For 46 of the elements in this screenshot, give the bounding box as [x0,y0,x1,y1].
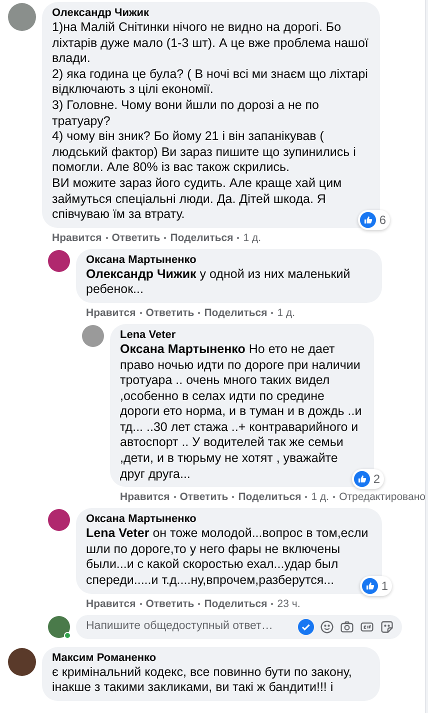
action-link[interactable]: Поделиться [170,230,234,245]
action-link[interactable]: Ответить [146,306,194,320]
timestamp[interactable]: 23 ч. [277,596,300,611]
action-link[interactable]: Нравится [86,306,136,320]
reply-field[interactable]: Напишите общедоступный ответ… [76,614,402,639]
comment-text: Олександр Чижик у одной из них маленький ребенок... [86,266,352,298]
action-link[interactable]: Нравится [52,230,102,245]
avatar[interactable] [48,250,70,272]
avatar [48,616,70,638]
comment-text: 3) Головне. Чому вони йшли по дорозі а не по тратуару? [52,98,320,130]
action-link[interactable]: Ответить [112,230,160,245]
reaction-count[interactable]: 1 [360,576,392,596]
reaction-count[interactable]: 6 [358,210,390,230]
author-name[interactable]: Максим Романенко [52,650,370,665]
sticker-icon[interactable] [380,620,394,634]
avatar[interactable] [48,509,70,532]
author-name[interactable]: Оксана Мартыненко [86,512,372,526]
author-name[interactable]: Lena Veter [120,328,364,342]
thumbs-up-icon [354,471,370,488]
timestamp[interactable]: 1 д. [311,490,330,504]
action-link[interactable]: Поделиться [204,306,268,320]
action-link[interactable]: Поделиться [238,490,302,504]
timestamp[interactable]: 1 д. [243,230,262,245]
avatar[interactable] [8,648,36,676]
action-link[interactable]: Нравится [86,596,136,611]
action-link[interactable]: Ответить [146,596,194,611]
edited-label: Отредактировано [339,490,426,504]
emoji-icon[interactable] [320,620,334,634]
comment-text: є кримінальний кодекс, все повинно бути по закону, інакше з такими закликами, ви такі ж бандити!!! і [52,664,353,696]
comment-text: ВИ можите зараз його судить. Але краще хай цим займуться спеціальні люди. Да. Дітей шкода. Я співчуваю їм за втрату. [52,176,343,223]
thumbs-up-icon [362,578,378,594]
check-badge-icon [298,618,314,635]
gif-icon[interactable] [360,620,374,634]
author-name[interactable]: Олександр Чижик [52,6,370,20]
camera-icon[interactable] [340,620,354,634]
timestamp[interactable]: 1 д. [277,306,296,320]
action-link[interactable]: Нравится [120,490,170,504]
action-link[interactable]: Поделиться [204,596,268,611]
reaction-count[interactable]: 2 [352,469,384,490]
author-name[interactable]: Оксана Мартыненко [86,252,372,267]
comment-text: 4) чому він зник? Бо йому 21 і він запанікував ( людський фактор) Ви зараз пишите що зупинились і помогли. Але 80% із вас також скрились. [52,129,357,176]
action-link[interactable]: Ответить [180,490,228,504]
thumbs-up-icon [360,212,376,228]
reply-input[interactable]: Напишите общедоступный ответ… [86,618,298,636]
comment-text: 2) яка година це була? ( В ночі всі ми знаєм що ліхтарі відключають з цілі економії. [52,66,369,98]
comment-text: 1)на Малій Снітинки нічого не видно на дорогі. Бо ліхтарів дуже мало (1-3 шт). А це вже проблема нашої влади. [52,20,370,67]
